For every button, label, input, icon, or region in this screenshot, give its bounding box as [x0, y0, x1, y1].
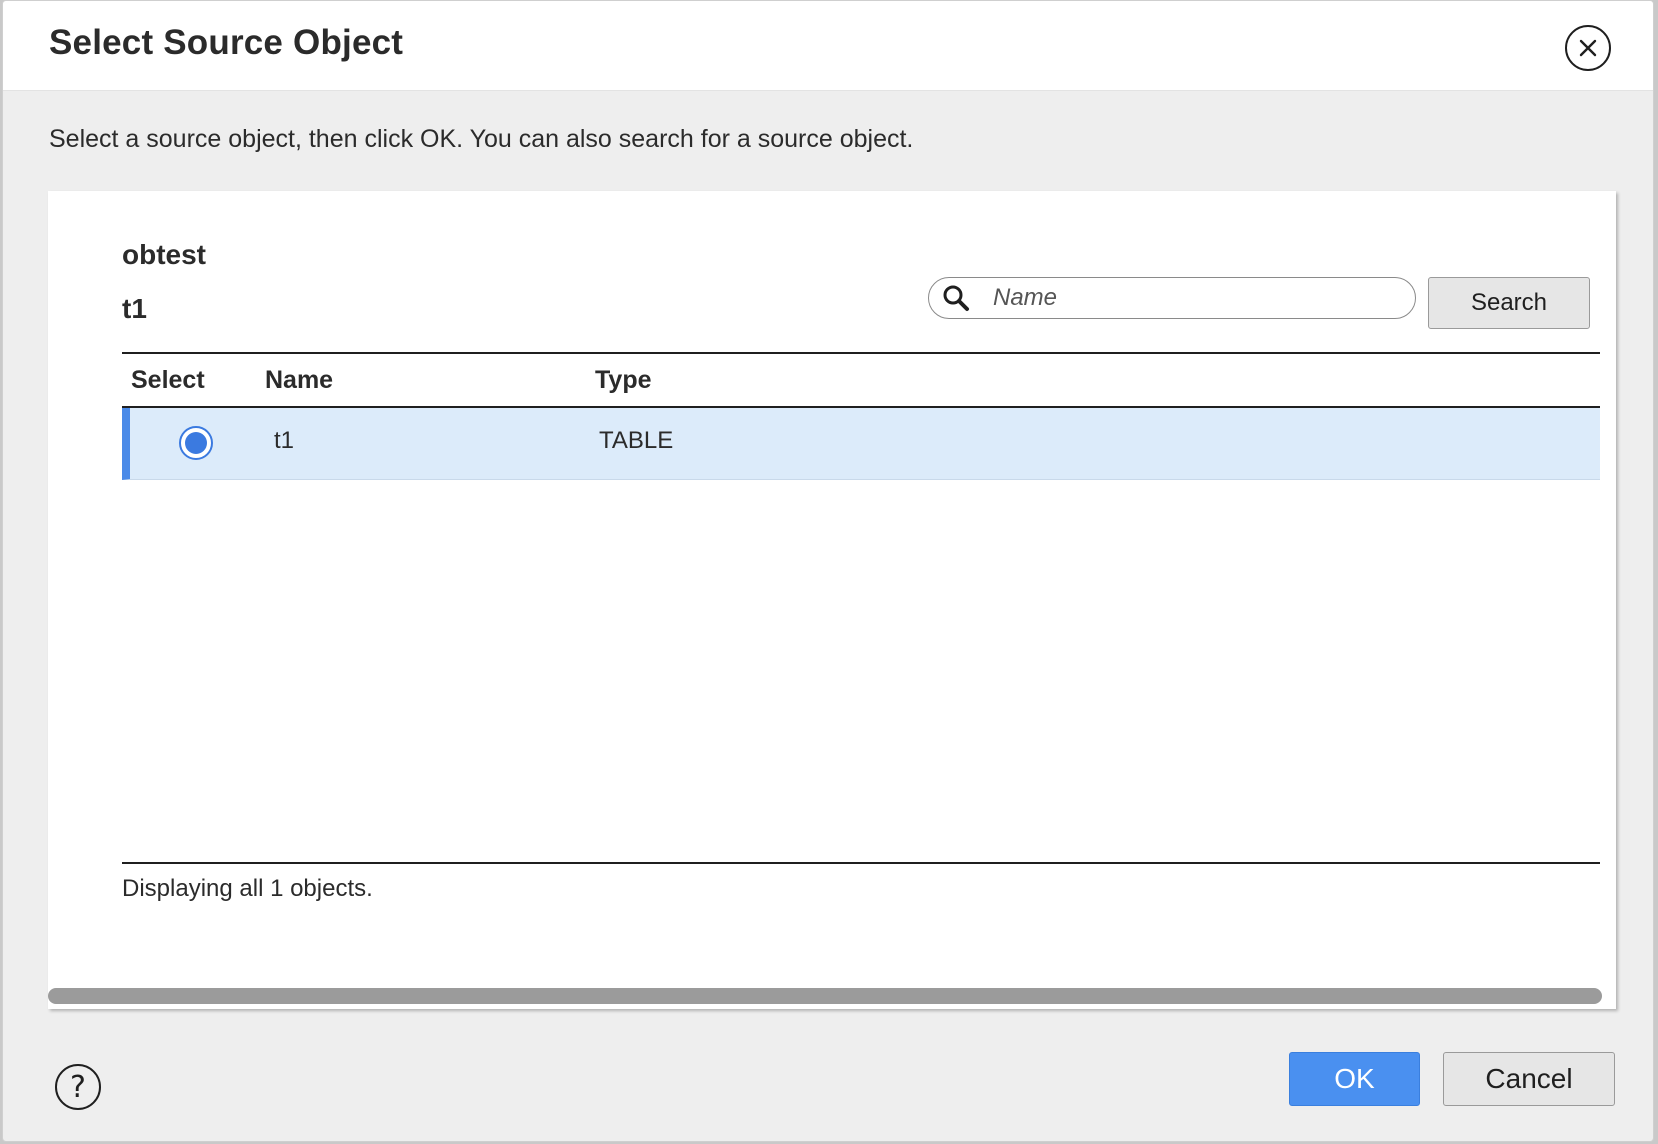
help-icon: ? [70, 1069, 86, 1105]
dialog-titlebar: Select Source Object [3, 1, 1653, 91]
table-footer-divider [122, 862, 1600, 864]
search-box [928, 277, 1416, 319]
instruction-text: Select a source object, then click OK. Y… [49, 125, 914, 153]
close-icon [1579, 39, 1597, 57]
dialog-title: Select Source Object [49, 23, 404, 62]
select-source-object-dialog: Select Source Object Select a source obj… [2, 0, 1654, 1142]
horizontal-scrollbar[interactable] [48, 988, 1602, 1004]
object-panel: obtest t1 Search Select Name Type [48, 191, 1616, 1009]
search-button[interactable]: Search [1428, 277, 1590, 329]
row-select-radio[interactable] [179, 426, 213, 460]
object-name: t1 [122, 293, 147, 324]
ok-button[interactable]: OK [1289, 1052, 1420, 1106]
close-button[interactable] [1565, 25, 1611, 71]
radio-selected-dot [185, 432, 207, 454]
column-header-name: Name [265, 366, 334, 394]
search-input[interactable] [993, 284, 1393, 312]
row-type-cell: TABLE [599, 427, 674, 454]
column-header-select: Select [131, 366, 205, 394]
table-header: Select Name Type [122, 352, 1600, 408]
help-button[interactable]: ? [55, 1064, 101, 1110]
objects-table: Select Name Type t1 TABLE [122, 352, 1600, 480]
status-text: Displaying all 1 objects. [122, 875, 373, 902]
cancel-button[interactable]: Cancel [1443, 1052, 1615, 1106]
search-icon [941, 283, 971, 313]
table-row[interactable]: t1 TABLE [122, 408, 1600, 480]
row-name-cell: t1 [274, 427, 295, 454]
column-header-type: Type [595, 366, 652, 394]
connection-name: obtest [122, 239, 206, 270]
